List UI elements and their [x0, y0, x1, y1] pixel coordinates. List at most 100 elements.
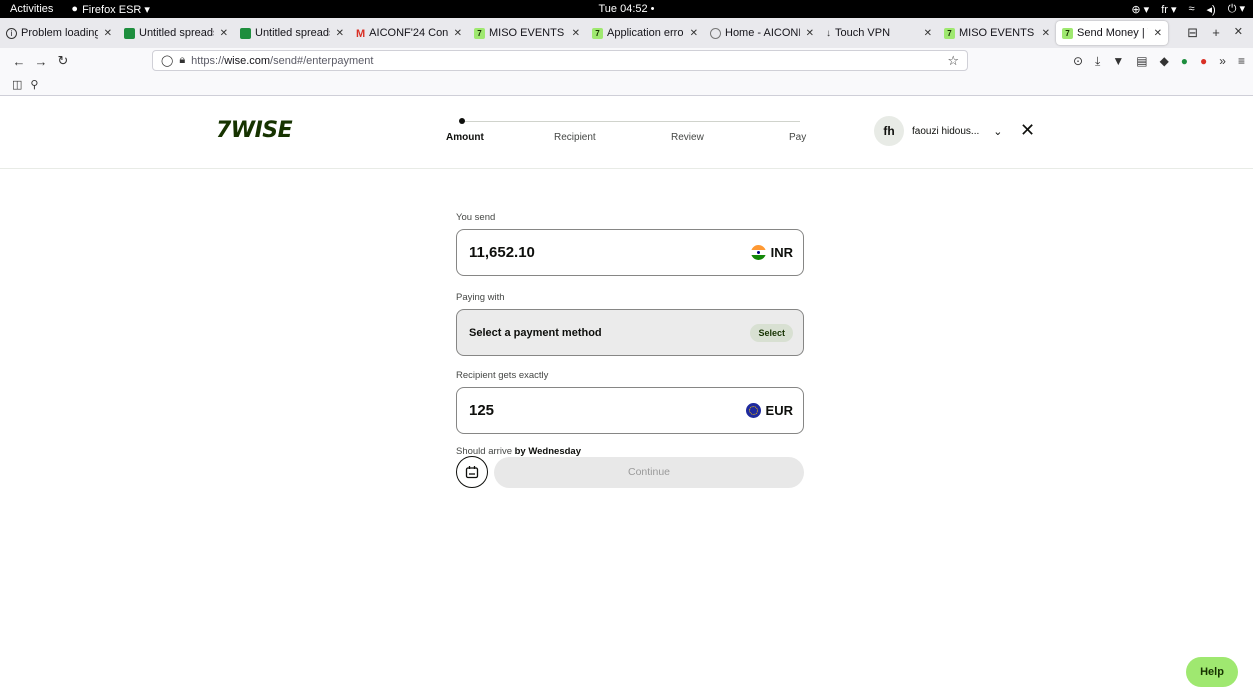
tab[interactable]: 7 MISO EVENTS LTD ✕	[468, 21, 586, 45]
menu-icon[interactable]: ≡	[1238, 54, 1245, 68]
sidebar-toolbar: ◫ ⚲	[0, 74, 1253, 96]
payment-method-field[interactable]: Select a payment method Select	[456, 309, 804, 356]
wise-icon: 7	[1062, 27, 1073, 39]
url-bar[interactable]: ◯ 🔒︎ https://wise.com/send#/enterpayment…	[152, 50, 968, 71]
stepper-current-dot	[459, 118, 465, 124]
tab[interactable]: i Problem loading p ✕	[0, 21, 118, 45]
progress-stepper: Amount Recipient Review Pay	[446, 118, 806, 148]
avatar: fh	[874, 116, 904, 146]
close-icon[interactable]: ✕	[806, 28, 814, 39]
close-icon[interactable]: ✕	[1154, 28, 1162, 39]
extension-icon[interactable]: ●	[1200, 54, 1207, 68]
extension-icon[interactable]: ▼	[1112, 54, 1124, 68]
tab[interactable]: Untitled spreadshe ✕	[118, 21, 234, 45]
send-amount-input[interactable]: 11,652.10	[469, 244, 535, 261]
language-indicator[interactable]: fr ▾	[1161, 3, 1176, 16]
close-icon[interactable]: ✕	[572, 28, 580, 39]
close-icon[interactable]: ✕	[220, 28, 228, 39]
tab-label: Problem loading p	[21, 27, 98, 39]
app-menu[interactable]: ● Firefox ESR ▾	[71, 3, 150, 16]
step-amount: Amount	[446, 132, 484, 143]
tab-label: Application error	[607, 27, 684, 39]
recipient-gets-label: Recipient gets exactly	[456, 370, 549, 381]
tab-label: MISO EVENTS LTD	[489, 27, 566, 39]
tab[interactable]: Home - AICONF ✕	[704, 21, 820, 45]
tab[interactable]: 7 MISO EVENTS LTD ✕	[938, 21, 1056, 45]
new-tab-icon[interactable]: +	[1212, 25, 1220, 41]
accessibility-icon[interactable]: ⊕ ▾	[1131, 3, 1149, 16]
tab[interactable]: Untitled spreadshe ✕	[234, 21, 350, 45]
url-text[interactable]: https://wise.com/send#/enterpayment	[191, 55, 373, 67]
shield-icon[interactable]: ◯	[161, 54, 173, 67]
wise-header: 7WISE Amount Recipient Review Pay fh fao…	[0, 96, 1253, 169]
system-tray[interactable]: ⊕ ▾ fr ▾ ≈ ◂) ⏻ ▾	[1131, 2, 1245, 16]
stepper-line	[460, 121, 800, 122]
select-payment-button[interactable]: Select	[750, 323, 793, 342]
gmail-icon: M	[356, 27, 366, 40]
tab-label: Untitled spreadshe	[255, 27, 330, 39]
tab-strip: i Problem loading p ✕ Untitled spreadshe…	[0, 18, 1253, 48]
send-amount-field[interactable]: 11,652.10 INR	[456, 229, 804, 276]
lock-icon[interactable]: 🔒︎	[179, 54, 185, 67]
close-button[interactable]: ✕	[1020, 120, 1035, 141]
activities-button[interactable]: Activities	[10, 3, 53, 15]
close-icon[interactable]: ✕	[924, 28, 932, 39]
extension-icon[interactable]: ▤	[1136, 54, 1147, 68]
recipient-amount-input[interactable]: 125	[469, 402, 494, 419]
close-icon[interactable]: ✕	[1042, 28, 1050, 39]
search-icon[interactable]: ⚲	[30, 78, 38, 91]
power-icon[interactable]: ⏻ ▾	[1228, 2, 1245, 16]
close-window-icon[interactable]: ✕	[1234, 25, 1243, 41]
continue-button[interactable]: Continue	[494, 456, 804, 488]
extension-icon[interactable]: ◆	[1160, 54, 1169, 68]
payment-method-text: Select a payment method	[469, 326, 602, 339]
schedule-calendar-button[interactable]	[456, 456, 488, 488]
info-icon: i	[6, 27, 17, 39]
sheets-icon	[124, 27, 135, 39]
recipient-amount-field[interactable]: 125 EUR	[456, 387, 804, 434]
bookmark-star-icon[interactable]: ☆	[947, 53, 959, 69]
tab-label: Send Money | Wis	[1077, 27, 1148, 39]
tab[interactable]: ↓ Touch VPN ✕	[820, 21, 938, 45]
send-form: You send 11,652.10 INR Paying with Selec…	[456, 212, 804, 488]
network-icon[interactable]: ≈	[1188, 3, 1194, 15]
system-top-bar: Activities ● Firefox ESR ▾ Tue 04:52 • ⊕…	[0, 0, 1253, 18]
close-icon[interactable]: ✕	[454, 28, 462, 39]
reload-icon[interactable]: ↻	[52, 53, 74, 69]
sidebar-icon[interactable]: ◫	[12, 78, 22, 91]
list-all-tabs-icon[interactable]: ⊟	[1187, 25, 1198, 41]
downloads-icon[interactable]: ⤓	[1095, 54, 1100, 69]
send-currency-selector[interactable]: INR	[750, 245, 793, 260]
clock[interactable]: Tue 04:52 •	[598, 3, 654, 15]
step-pay: Pay	[789, 132, 807, 143]
volume-icon[interactable]: ◂)	[1207, 3, 1216, 16]
back-icon[interactable]: ←	[8, 54, 30, 69]
firefox-icon: ●	[71, 3, 79, 15]
tab[interactable]: M AICONF'24 Confer ✕	[350, 21, 468, 45]
recipient-currency-code: EUR	[765, 403, 793, 418]
tab-label: MISO EVENTS LTD	[959, 27, 1036, 39]
navigation-bar: ← → ↻ ◯ 🔒︎ https://wise.com/send#/enterp…	[0, 48, 1253, 74]
india-flag-icon	[750, 245, 766, 260]
tab-active[interactable]: 7 Send Money | Wis ✕	[1056, 21, 1168, 45]
step-recipient: Recipient	[554, 132, 596, 143]
profile-menu[interactable]: fh faouzi hidous... ⌄	[874, 116, 1002, 146]
more-tools-icon[interactable]: »	[1219, 54, 1226, 68]
help-button[interactable]: Help	[1186, 657, 1238, 687]
tab[interactable]: 7 Application error ✕	[586, 21, 704, 45]
profile-name: faouzi hidous...	[912, 125, 980, 137]
send-currency-code: INR	[770, 245, 793, 260]
wise-logo[interactable]: 7WISE	[216, 118, 293, 143]
extension-icon[interactable]: ●	[1181, 54, 1188, 68]
forward-icon[interactable]: →	[30, 54, 52, 69]
close-icon[interactable]: ✕	[690, 28, 698, 39]
pocket-icon[interactable]: ⊙	[1073, 54, 1083, 68]
close-icon[interactable]: ✕	[336, 28, 344, 39]
wise-icon: 7	[474, 27, 485, 39]
tab-label: Touch VPN	[835, 27, 891, 39]
recipient-currency-selector[interactable]: EUR	[745, 403, 793, 418]
form-actions: Continue	[456, 456, 804, 488]
paying-with-label: Paying with	[456, 292, 505, 303]
close-icon[interactable]: ✕	[104, 28, 112, 39]
wise-icon: 7	[592, 27, 603, 39]
